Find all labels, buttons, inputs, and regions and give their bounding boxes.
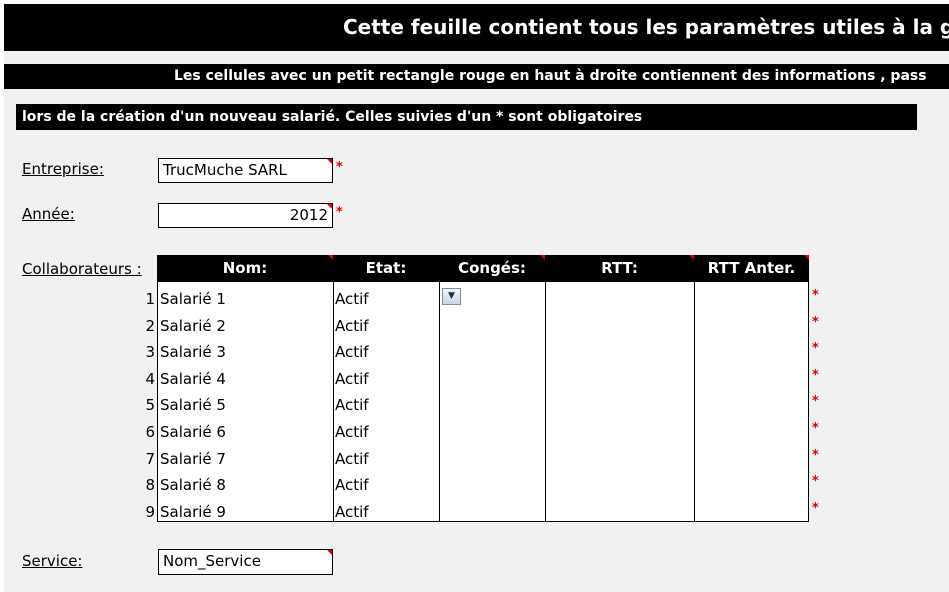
col-header-rtt-label: RTT: [601, 259, 638, 277]
row-number: 1 [145, 290, 155, 308]
comment-indicator-icon[interactable] [327, 159, 332, 164]
row-number: 6 [145, 423, 155, 441]
entreprise-label: Entreprise: [22, 160, 104, 178]
service-label: Service: [22, 552, 83, 570]
collaborateurs-label: Collaborateurs : [22, 260, 142, 278]
table-row[interactable]: 1 Salarié 1 Actif * [145, 286, 818, 313]
notice-banner: Les cellules avec un petit rectangle rou… [4, 64, 949, 89]
col-header-rtt-anter-label: RTT Anter. [707, 259, 796, 277]
col-header-nom-label: Nom: [222, 259, 268, 277]
employee-state[interactable]: Actif [335, 366, 369, 392]
table-row[interactable]: 8 Salarié 8 Actif * [145, 472, 818, 499]
col-header-rtt-anter[interactable]: RTT Anter. [694, 255, 809, 281]
required-star: * [812, 394, 819, 410]
entreprise-field[interactable]: TrucMuche SARL [158, 158, 333, 183]
required-star: * [812, 341, 819, 357]
notice-text-line1: Les cellules avec un petit rectangle rou… [174, 68, 927, 84]
required-star: * [812, 288, 819, 303]
service-value: Nom_Service [163, 552, 261, 570]
table-row[interactable]: 6 Salarié 6 Actif * [145, 419, 818, 446]
service-field[interactable]: Nom_Service [158, 549, 333, 575]
row-number: 9 [145, 502, 155, 521]
required-star: * [812, 447, 819, 463]
employee-state[interactable]: Actif [335, 313, 369, 339]
employee-name[interactable]: Salarié 9 [160, 499, 226, 525]
employee-name[interactable]: Salarié 4 [160, 366, 226, 392]
comment-indicator-icon[interactable] [804, 255, 809, 260]
annee-label: Année: [22, 205, 75, 223]
employee-state[interactable]: Actif [335, 499, 369, 525]
required-star: * [812, 367, 819, 383]
employee-name[interactable]: Salarié 5 [160, 392, 226, 418]
employee-state[interactable]: Actif [335, 419, 369, 445]
table-row[interactable]: 5 Salarié 5 Actif * [145, 392, 818, 419]
comment-indicator-icon[interactable] [327, 204, 332, 209]
required-star: * [812, 421, 819, 436]
employee-state[interactable]: Actif [335, 392, 369, 418]
row-number: 3 [145, 343, 155, 362]
employee-state[interactable]: Actif [335, 472, 369, 498]
annee-field[interactable]: 2012 [158, 203, 333, 228]
col-header-etat-label: Etat: [365, 259, 407, 277]
employee-name[interactable]: Salarié 6 [160, 419, 226, 445]
required-star: * [336, 160, 343, 175]
table-header: Nom: Etat: Congés: RTT: RTT Anter. [157, 255, 809, 281]
row-number: 7 [145, 449, 155, 468]
collaborateurs-table: Nom: Etat: Congés: RTT: RTT Anter. ▼ 1 S… [145, 255, 819, 522]
employee-state[interactable]: Actif [335, 339, 369, 365]
annee-value: 2012 [289, 206, 328, 224]
row-number: 5 [145, 396, 155, 415]
col-header-conges-label: Congés: [458, 259, 526, 277]
employee-name[interactable]: Salarié 1 [160, 286, 226, 312]
table-row[interactable]: 3 Salarié 3 Actif * [145, 339, 818, 366]
required-star: * [812, 314, 819, 330]
notice-text-line2: lors de la création d'un nouveau salarié… [22, 109, 643, 125]
employee-name[interactable]: Salarié 3 [160, 339, 226, 365]
required-star: * [812, 474, 819, 490]
required-star: * [336, 205, 343, 220]
col-header-etat[interactable]: Etat: [333, 255, 439, 281]
row-number: 8 [145, 476, 155, 495]
page-title: Cette feuille contient tous les paramètr… [343, 15, 949, 39]
employee-state[interactable]: Actif [335, 286, 369, 312]
table-row[interactable]: 9 Salarié 9 Actif * [145, 499, 818, 526]
employee-name[interactable]: Salarié 7 [160, 446, 226, 472]
notice-banner-2: lors de la création d'un nouveau salarié… [16, 104, 917, 130]
row-number: 4 [145, 369, 155, 388]
title-banner: Cette feuille contient tous les paramètr… [4, 4, 949, 51]
table-row[interactable]: 4 Salarié 4 Actif * [145, 366, 818, 393]
table-row[interactable]: 7 Salarié 7 Actif * [145, 446, 818, 473]
col-header-conges[interactable]: Congés: [439, 255, 545, 281]
row-number: 2 [145, 316, 155, 335]
table-row[interactable]: 2 Salarié 2 Actif * [145, 313, 818, 340]
col-header-nom[interactable]: Nom: [157, 255, 333, 281]
employee-name[interactable]: Salarié 2 [160, 313, 226, 339]
spreadsheet-sheet: Cette feuille contient tous les paramètr… [4, 4, 949, 592]
col-header-rtt[interactable]: RTT: [545, 255, 694, 281]
required-star: * [812, 500, 819, 516]
comment-indicator-icon[interactable] [327, 550, 332, 555]
employee-name[interactable]: Salarié 8 [160, 472, 226, 498]
entreprise-value: TrucMuche SARL [163, 161, 287, 179]
employee-state[interactable]: Actif [335, 446, 369, 472]
